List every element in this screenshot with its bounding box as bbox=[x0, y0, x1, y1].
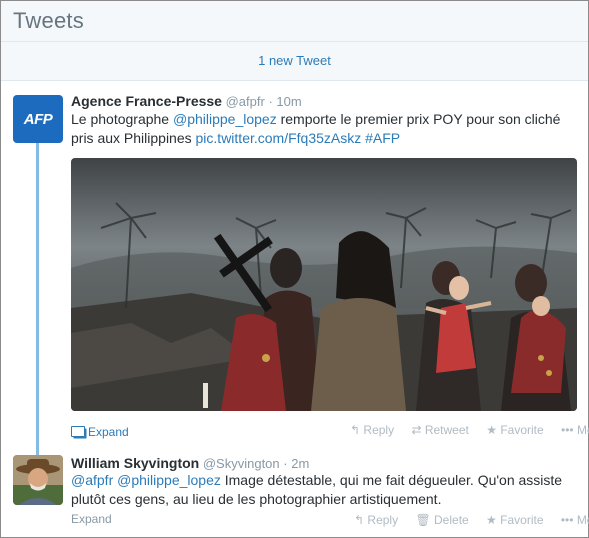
page-title: Tweets bbox=[13, 8, 84, 33]
tweet-text-part: Le photographe bbox=[71, 111, 173, 127]
more-label: More bbox=[576, 423, 589, 437]
mention-link[interactable]: @philippe_lopez bbox=[173, 111, 277, 127]
new-tweets-bar[interactable]: 1 new Tweet bbox=[1, 42, 588, 81]
star-icon: ★ bbox=[486, 423, 497, 437]
tweet-photo[interactable] bbox=[71, 158, 577, 411]
more-label: More bbox=[576, 513, 589, 527]
delete-button[interactable]: 🗑︎ Delete bbox=[415, 513, 468, 527]
expand-link[interactable]: Expand bbox=[71, 425, 129, 439]
favorite-button[interactable]: ★ Favorite bbox=[486, 513, 543, 527]
conversation-thread-line bbox=[36, 142, 39, 460]
expand-link[interactable]: Expand bbox=[71, 512, 112, 526]
tweet-author-handle[interactable]: @afpfr bbox=[226, 94, 265, 109]
afp-logo: AFP bbox=[23, 110, 53, 128]
reply-button[interactable]: ↰ Reply bbox=[350, 423, 394, 437]
trash-icon: 🗑︎ bbox=[415, 513, 431, 527]
tweet-actions: ↰ Reply ⇄ Retweet ★ Favorite ••• More bbox=[336, 423, 589, 437]
hashtag-link[interactable]: #AFP bbox=[365, 130, 400, 146]
tweet-author-name[interactable]: William Skyvington bbox=[71, 455, 199, 471]
tweet-text: Le photographe @philippe_lopez remporte … bbox=[71, 110, 571, 148]
retweet-icon: ⇄ bbox=[411, 423, 422, 437]
favorite-label: Favorite bbox=[500, 513, 544, 527]
delete-label: Delete bbox=[434, 513, 469, 527]
more-icon: ••• bbox=[561, 423, 574, 437]
separator-dot: · bbox=[283, 456, 288, 471]
separator-dot: · bbox=[268, 94, 273, 109]
favorite-button[interactable]: ★ Favorite bbox=[486, 423, 543, 437]
star-icon: ★ bbox=[486, 513, 497, 527]
reply-label: Reply bbox=[363, 423, 395, 437]
tweet-author-handle[interactable]: @Skyvington bbox=[203, 456, 280, 471]
expand-photo-icon bbox=[71, 426, 85, 437]
reply-icon: ↰ bbox=[350, 423, 361, 437]
mention-link[interactable]: @philippe_lopez bbox=[117, 472, 221, 488]
timeline-header: Tweets bbox=[1, 1, 588, 42]
more-button[interactable]: ••• More bbox=[561, 513, 589, 527]
reply-label: Reply bbox=[367, 513, 399, 527]
tweet-header: William Skyvington @Skyvington · 2m bbox=[71, 455, 309, 471]
reply-icon: ↰ bbox=[354, 513, 365, 527]
retweet-label: Retweet bbox=[424, 423, 469, 437]
favorite-label: Favorite bbox=[500, 423, 544, 437]
expand-label: Expand bbox=[88, 425, 129, 439]
avatar[interactable] bbox=[13, 455, 63, 505]
more-icon: ••• bbox=[560, 513, 574, 527]
avatar[interactable]: AFP bbox=[13, 95, 63, 143]
media-link[interactable]: pic.twitter.com/Ffq35zAskz bbox=[196, 130, 362, 146]
mention-link[interactable]: @afpfr bbox=[71, 472, 113, 488]
tweet-timestamp[interactable]: 10m bbox=[276, 94, 301, 109]
more-button[interactable]: ••• More bbox=[561, 423, 589, 437]
tweet-text: @afpfr @philippe_lopez Image détestable,… bbox=[71, 471, 571, 509]
retweet-button[interactable]: ⇄ Retweet bbox=[411, 423, 468, 437]
tweet-header: Agence France-Presse @afpfr · 10m bbox=[71, 93, 302, 109]
tweet-timestamp[interactable]: 2m bbox=[291, 456, 309, 471]
reply-button[interactable]: ↰ Reply bbox=[354, 513, 398, 527]
tweet-author-name[interactable]: Agence France-Presse bbox=[71, 93, 222, 109]
tweet-actions: ↰ Reply 🗑︎ Delete ★ Favorite ••• More bbox=[340, 513, 589, 527]
